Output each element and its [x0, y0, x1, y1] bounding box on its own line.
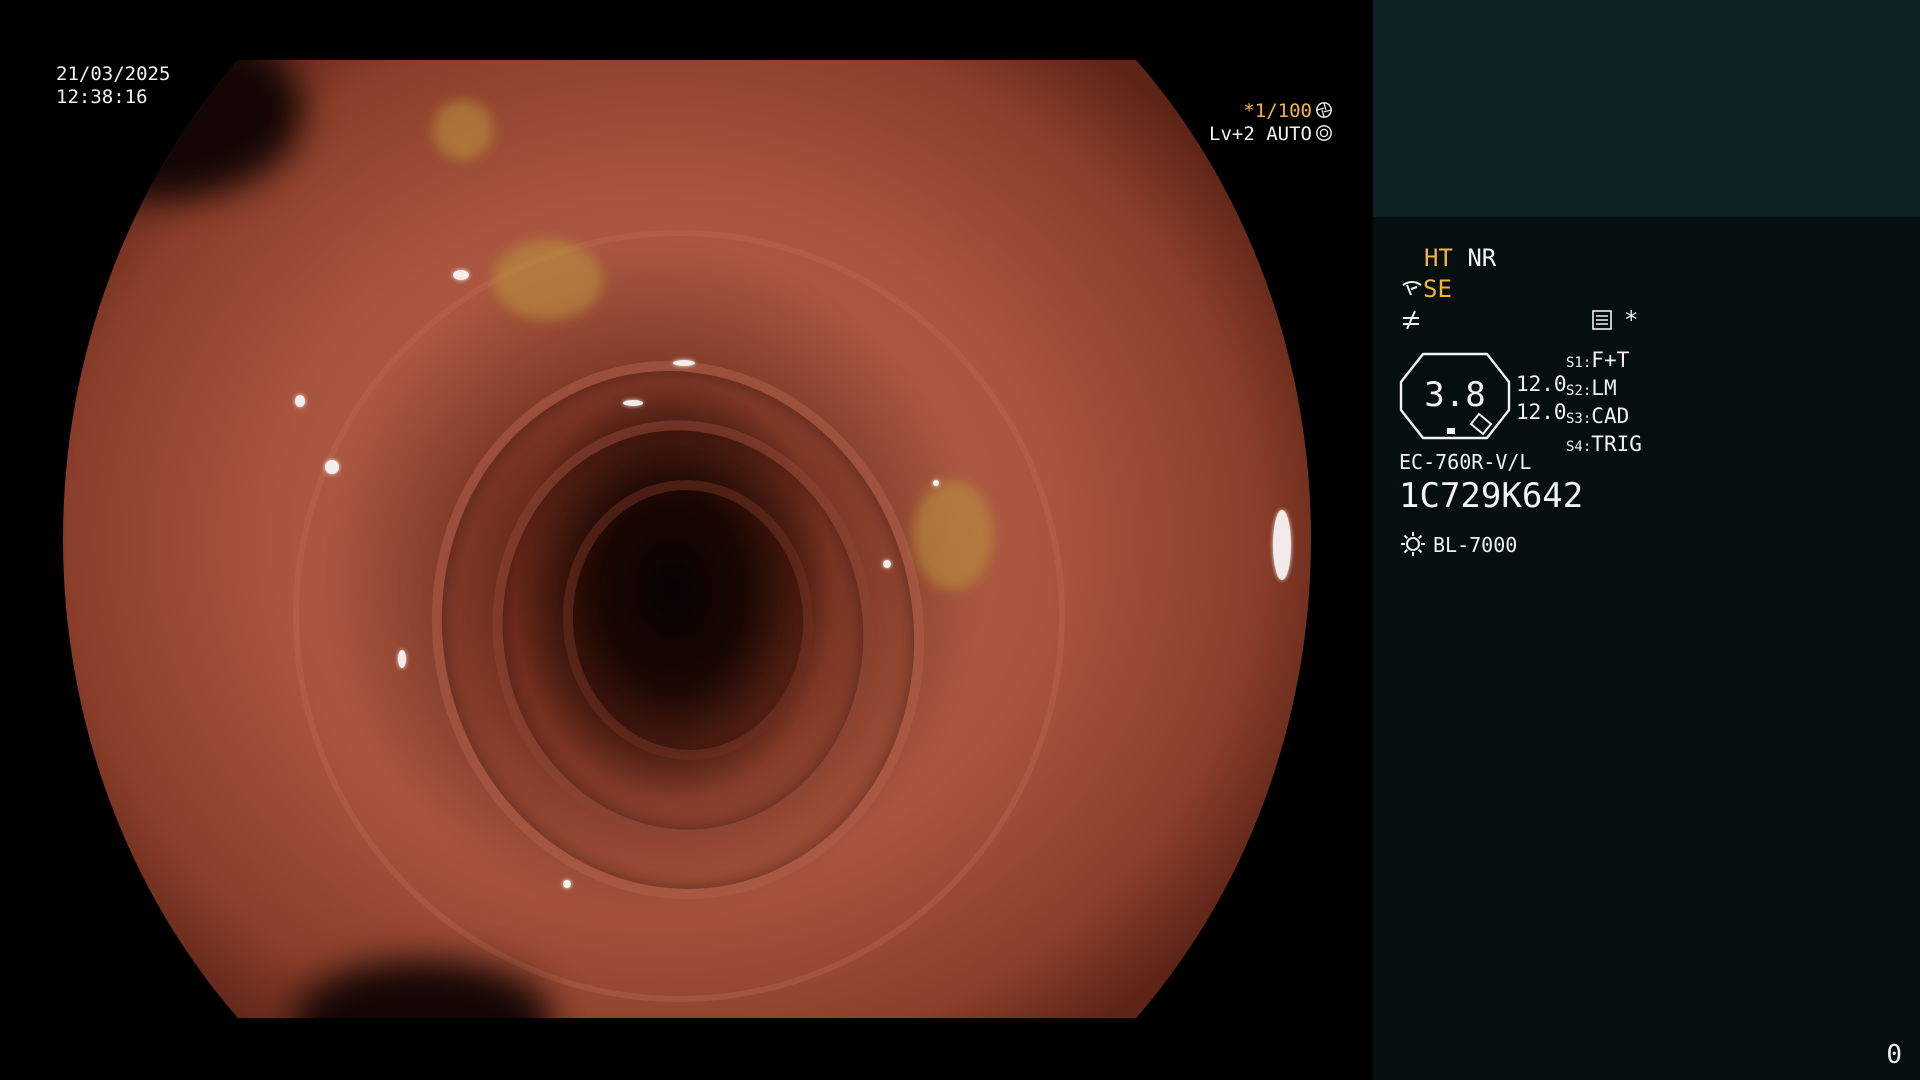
se-indicator: SE: [1423, 275, 1452, 303]
scope-model: EC-760R-V/L: [1399, 450, 1532, 474]
image-counter: 0: [1886, 1040, 1902, 1070]
light-source: BL-7000: [1399, 530, 1517, 559]
specular-highlight: [398, 650, 406, 668]
switch-key: S2:: [1566, 383, 1592, 399]
specular-highlight: [295, 395, 305, 407]
switch-key: S1:: [1566, 355, 1592, 371]
shadow: [293, 960, 553, 1018]
zoom-level-1: 12.0: [1516, 372, 1567, 396]
specular-highlight: [325, 460, 339, 474]
bile-spot: [913, 480, 993, 590]
scissor-icon: [1402, 281, 1422, 296]
switch-assignments: S1:F+T S2:LM S3:CAD S4:TRIG: [1566, 348, 1642, 460]
date-text: 21/03/2025: [56, 63, 171, 85]
asterisk-indicator: *: [1624, 306, 1639, 334]
aperture-icon: [1316, 102, 1332, 118]
switch-value: LM: [1591, 376, 1617, 400]
zoom-levels: 12.0 12.0: [1516, 370, 1567, 426]
switch-item: S3:CAD: [1566, 404, 1642, 432]
specular-highlight: [933, 480, 939, 486]
nr-indicator: NR: [1467, 244, 1497, 272]
light-source-model: BL-7000: [1433, 533, 1518, 557]
zoom-value: 3.8: [1424, 375, 1486, 415]
mode-ht-nr: HT NR: [1424, 244, 1496, 272]
switch-item: S2:LM: [1566, 376, 1642, 404]
switch-item: S4:TRIG: [1566, 432, 1642, 460]
shutter-speed-text: *1/100: [1243, 100, 1312, 122]
switch-key: S4:: [1566, 439, 1592, 455]
info-panel: HT NR SE * 3.8 12.0 12.0 S1:F+T S2:LM S3…: [1373, 0, 1920, 1080]
specular-highlight: [453, 270, 469, 280]
scope-serial-number: 1C729K642: [1399, 476, 1584, 516]
endoscope-video-area: 21/03/2025 12:38:16 *1/100 Lv+2 AUTO: [0, 0, 1373, 1080]
endoscopic-image: [63, 60, 1311, 1018]
exposure-readout: *1/100 Lv+2 AUTO: [51, 100, 1373, 146]
iris-icon: [1316, 125, 1332, 141]
ht-indicator: HT: [1424, 244, 1453, 272]
switch-value: F+T: [1591, 348, 1630, 372]
not-equal-icon: [1403, 310, 1419, 330]
sun-icon: [1401, 532, 1425, 556]
mode-se: SE: [1401, 275, 1452, 303]
zoom-level-2: 12.0: [1516, 400, 1567, 424]
exposure-mode-text: Lv+2 AUTO: [1209, 123, 1312, 145]
specular-highlight: [1273, 510, 1291, 580]
thumbnail-preview-area: [1373, 0, 1920, 217]
mode-misc-row: *: [1401, 306, 1638, 334]
specular-highlight: [563, 880, 571, 888]
switch-value: TRIG: [1591, 432, 1642, 456]
menu-list-icon: [1592, 310, 1612, 330]
bile-spot: [493, 240, 603, 320]
switch-item: S1:F+T: [1566, 348, 1642, 376]
specular-highlight: [623, 400, 643, 406]
specular-highlight: [883, 560, 891, 568]
switch-key: S3:: [1566, 411, 1592, 427]
switch-value: CAD: [1591, 404, 1630, 428]
specular-highlight: [673, 360, 695, 366]
